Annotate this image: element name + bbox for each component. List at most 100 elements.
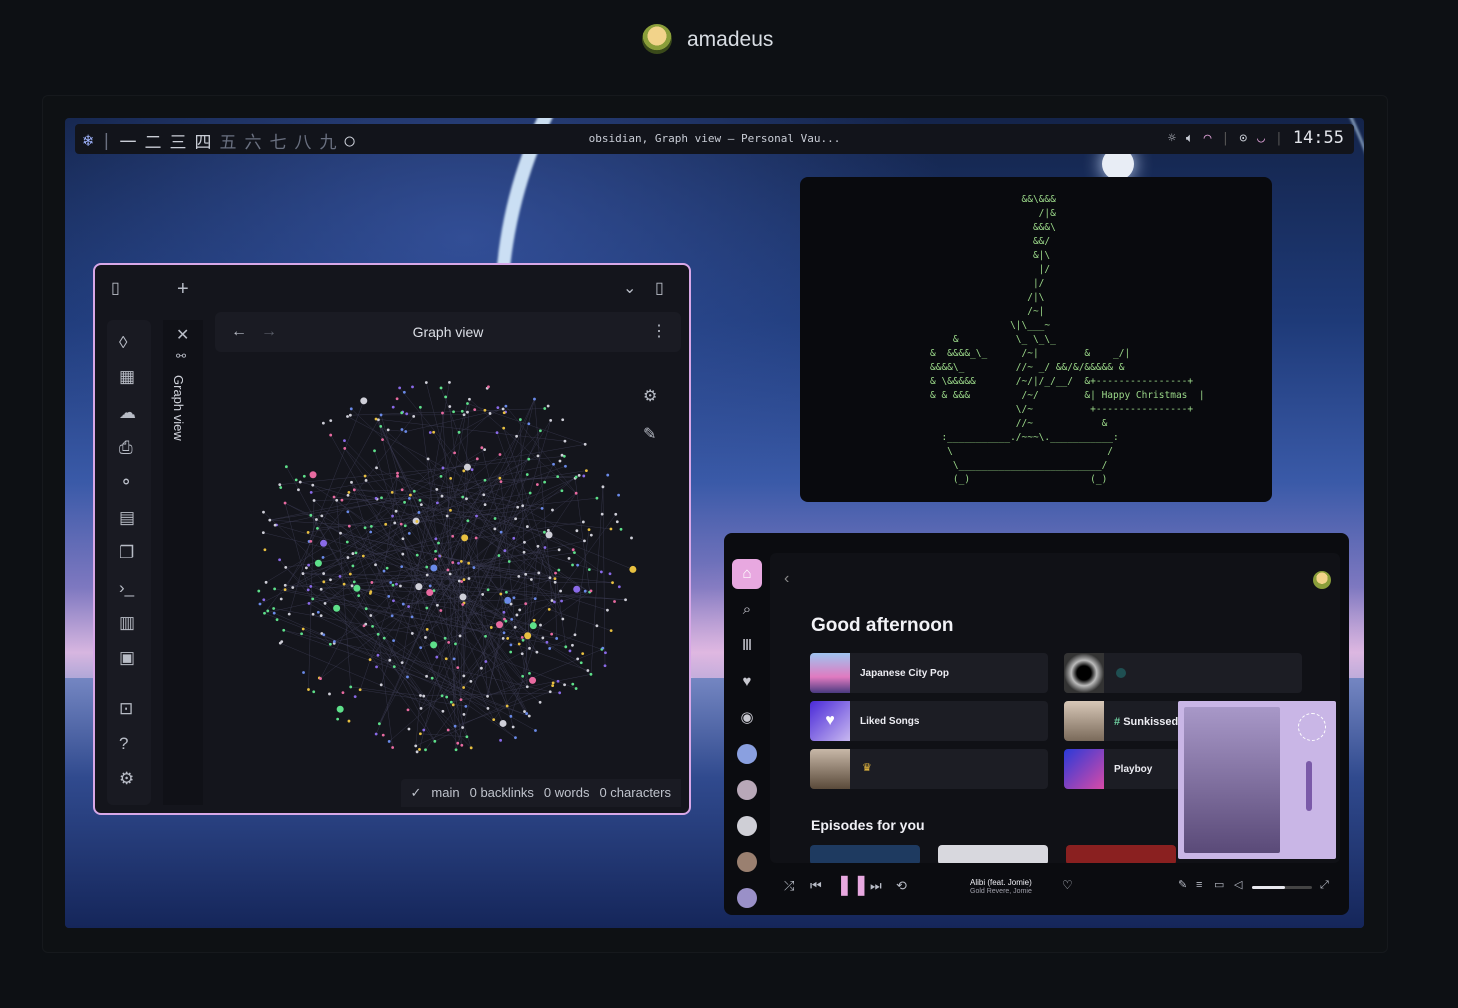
graph-node[interactable]	[502, 631, 506, 635]
graph-node[interactable]	[462, 686, 466, 689]
graph-node[interactable]	[275, 618, 279, 622]
graph-node[interactable]	[410, 615, 414, 619]
graph-node[interactable]	[558, 459, 562, 463]
previous-icon[interactable]: ⏮	[810, 879, 822, 892]
next-icon[interactable]: ⏭	[870, 879, 882, 892]
podcast-icon[interactable]: ◉	[732, 703, 762, 733]
graph-node[interactable]	[379, 683, 383, 687]
graph-node[interactable]	[453, 724, 457, 728]
obsidian-window[interactable]: ▯ + ⌄ ▯ ◊ ▦ ☁ ⎙ ⚬ ▤ ❐ ›_ ▥ ▣ ⊡ ? ⚙ ✕ ⚯ G…	[93, 263, 691, 815]
graph-node[interactable]	[543, 407, 547, 410]
graph-node[interactable]	[499, 719, 507, 727]
graph-node[interactable]	[315, 518, 318, 521]
graph-node[interactable]	[441, 709, 445, 713]
moon-icon[interactable]: ◡	[1257, 131, 1265, 146]
graph-node[interactable]	[404, 430, 408, 433]
graph-node[interactable]	[587, 528, 591, 532]
graph-node[interactable]	[600, 512, 604, 516]
graph-node[interactable]	[391, 405, 395, 409]
binary-icon[interactable]: ▥	[119, 614, 135, 631]
graph-node[interactable]	[368, 591, 372, 595]
graph-node[interactable]	[459, 593, 467, 601]
graph-node[interactable]	[609, 527, 613, 531]
graph-node[interactable]	[489, 626, 493, 629]
magic-wand-icon[interactable]: ✎	[643, 427, 656, 443]
graph-node[interactable]	[307, 563, 311, 567]
graph-node[interactable]	[400, 488, 404, 492]
graph-node[interactable]	[460, 409, 464, 413]
graph-node[interactable]	[428, 431, 432, 434]
graph-node[interactable]	[446, 728, 450, 732]
graph-node[interactable]	[524, 572, 528, 576]
graph-node[interactable]	[509, 650, 513, 654]
graph-node[interactable]	[630, 536, 633, 540]
graph-node[interactable]	[415, 750, 419, 754]
graph-node[interactable]	[576, 563, 580, 567]
graph-node[interactable]	[548, 576, 552, 580]
graph-node[interactable]	[418, 732, 422, 736]
graph-node[interactable]	[322, 572, 326, 575]
graph-node[interactable]	[553, 580, 557, 584]
graph-node[interactable]	[535, 483, 539, 486]
graph-node[interactable]	[307, 601, 311, 605]
graph-node[interactable]	[451, 561, 455, 564]
graph-node[interactable]	[430, 676, 434, 680]
graph-node[interactable]	[329, 433, 333, 437]
graph-node[interactable]	[454, 748, 458, 752]
graph-node[interactable]	[264, 580, 268, 584]
graph-node[interactable]	[302, 671, 305, 674]
graph-node[interactable]	[312, 499, 316, 502]
graph-node[interactable]	[391, 746, 395, 749]
graph-node[interactable]	[377, 418, 380, 422]
graph-node[interactable]	[307, 688, 310, 691]
graph-node[interactable]	[422, 694, 426, 698]
graph-node[interactable]	[401, 537, 405, 541]
graph-node[interactable]	[314, 559, 322, 567]
graph-node[interactable]	[263, 548, 267, 552]
graph-node[interactable]	[438, 554, 442, 558]
graph-node[interactable]	[376, 653, 380, 657]
graph-node[interactable]	[525, 525, 529, 528]
cloud-icon[interactable]: ☁	[119, 404, 136, 421]
graph-node[interactable]	[560, 489, 564, 493]
graph-node[interactable]	[533, 597, 537, 601]
graph-node[interactable]	[449, 476, 453, 480]
graph-node[interactable]	[363, 526, 367, 530]
graph-node[interactable]	[425, 606, 429, 610]
graph-node[interactable]	[376, 632, 380, 636]
graph-node[interactable]	[574, 687, 578, 690]
graph-node[interactable]	[556, 679, 560, 683]
graph-node[interactable]	[345, 540, 349, 544]
graph-node[interactable]	[547, 608, 551, 611]
graph-node[interactable]	[392, 599, 395, 603]
shuffle-icon[interactable]: ⤮	[784, 879, 794, 892]
graph-node[interactable]	[347, 491, 351, 494]
graph-node[interactable]	[419, 694, 422, 697]
graph-node[interactable]	[262, 510, 265, 514]
graph-node[interactable]	[496, 621, 504, 629]
graph-node[interactable]	[583, 589, 587, 593]
more-options-icon[interactable]: ⋮	[651, 324, 667, 340]
graph-node[interactable]	[563, 439, 567, 443]
graph-node[interactable]	[555, 637, 559, 640]
graph-node[interactable]	[403, 500, 406, 504]
playlist-avatar-4[interactable]	[732, 847, 762, 877]
graph-node[interactable]	[480, 666, 483, 670]
graph-node[interactable]	[453, 451, 456, 455]
graph-node[interactable]	[435, 487, 439, 491]
graph-node[interactable]	[553, 577, 557, 580]
graph-node[interactable]	[375, 466, 378, 470]
graph-node[interactable]	[322, 633, 326, 637]
graph-node[interactable]	[464, 704, 468, 708]
graph-node[interactable]	[499, 592, 503, 596]
graph-node[interactable]	[527, 422, 531, 426]
graph-node[interactable]	[554, 571, 557, 575]
graph-node[interactable]	[272, 611, 276, 615]
graph-node[interactable]	[472, 566, 476, 569]
graph-node[interactable]	[422, 728, 426, 732]
graph-node[interactable]	[381, 733, 385, 737]
graph-node[interactable]	[348, 413, 352, 417]
graph-node[interactable]	[481, 593, 485, 596]
graph-node[interactable]	[583, 539, 586, 543]
graph-node[interactable]	[387, 740, 391, 743]
